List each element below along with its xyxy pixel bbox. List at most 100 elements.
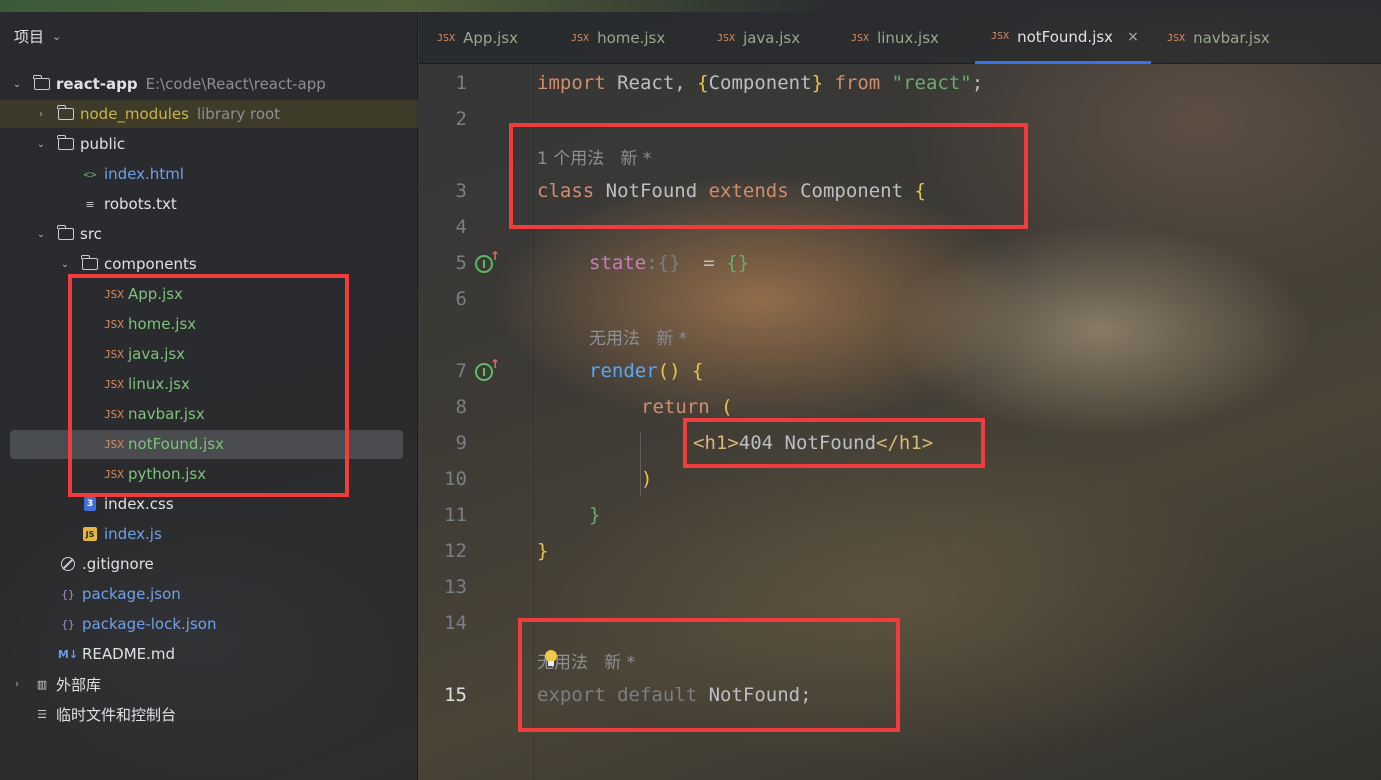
chevron-down-icon[interactable]: ⌄	[34, 139, 48, 150]
jsx-file-icon: JSX	[104, 287, 124, 301]
tree-item-label: package.json	[82, 585, 181, 603]
line-number: 1	[455, 72, 467, 94]
tree-item-label: public	[80, 135, 126, 153]
tree-item-label: notFound.jsx	[128, 435, 224, 453]
lightbulb-icon[interactable]	[544, 650, 558, 666]
tree-item-package-json[interactable]: {} package.json	[0, 580, 418, 608]
scratches-icon: ☰	[37, 707, 47, 721]
tree-item-node-modules[interactable]: › node_modules library root	[0, 100, 418, 128]
code-line-9: <h1>404 NotFound</h1>	[693, 432, 934, 454]
override-method-icon[interactable]: I	[475, 249, 500, 273]
html-file-icon: <>	[83, 167, 97, 181]
chevron-down-icon[interactable]: ⌄	[52, 30, 61, 43]
tree-item-public[interactable]: ⌄ public	[0, 130, 418, 158]
folder-icon	[56, 135, 76, 152]
tree-item-src[interactable]: ⌄ src	[0, 220, 418, 248]
tree-item-label: README.md	[82, 645, 176, 663]
gutter-separator	[533, 64, 534, 780]
tab-label: notFound.jsx	[1017, 27, 1114, 46]
jsx-file-icon: JSX	[104, 407, 124, 421]
tree-item-label: react-app	[56, 75, 138, 93]
tab-notfound-jsx[interactable]: JSX notFound.jsx ×	[975, 12, 1151, 64]
tree-item-label: home.jsx	[128, 315, 197, 333]
tab-label: home.jsx	[597, 29, 666, 47]
text-file-icon: ≡	[85, 197, 95, 211]
tab-label: linux.jsx	[877, 29, 939, 47]
jsx-file-icon: JSX	[104, 347, 124, 361]
jsx-file-icon: JSX	[104, 317, 124, 331]
project-panel-title: 项目	[14, 28, 45, 46]
tree-item-java-jsx[interactable]: JSX java.jsx	[0, 340, 418, 368]
jsx-file-icon: JSX	[1167, 32, 1186, 44]
jsx-file-icon: JSX	[851, 32, 870, 44]
tree-item-label: node_modules	[80, 105, 189, 123]
project-panel-header[interactable]: 项目 ⌄	[14, 26, 61, 47]
code-line-5: state:{} = {}	[589, 252, 750, 274]
line-number: 8	[455, 396, 467, 418]
tree-item-external-libraries[interactable]: › ▥ 外部库	[0, 670, 418, 698]
jsx-file-icon: JSX	[104, 437, 124, 451]
tab-label: App.jsx	[463, 29, 518, 47]
tree-item-label: index.css	[104, 495, 174, 513]
folder-icon	[32, 75, 52, 92]
tree-item-scratches[interactable]: ☰ 临时文件和控制台	[0, 700, 418, 728]
line-number-current: 15	[444, 684, 467, 706]
chevron-right-icon[interactable]: ›	[34, 109, 48, 120]
tree-item-label: linux.jsx	[128, 375, 190, 393]
tree-item-index-css[interactable]: 3 index.css	[0, 490, 418, 518]
tree-item-readme[interactable]: M↓ README.md	[0, 640, 418, 668]
tree-item-home-jsx[interactable]: JSX home.jsx	[0, 310, 418, 338]
line-number: 6	[455, 288, 467, 310]
tree-item-robots[interactable]: ≡ robots.txt	[0, 190, 418, 218]
tree-item-package-lock-json[interactable]: {} package-lock.json	[0, 610, 418, 638]
chevron-down-icon[interactable]: ⌄	[10, 79, 24, 90]
jsx-file-icon: JSX	[991, 31, 1010, 42]
chevron-right-icon[interactable]: ›	[10, 679, 24, 690]
tree-item-app-jsx[interactable]: JSX App.jsx	[0, 280, 418, 308]
code-line-12: }	[537, 540, 549, 562]
usage-hint[interactable]: 无用法 新 *	[589, 324, 687, 349]
code-line-1: import React, {Component} from "react";	[537, 72, 984, 94]
jsx-file-icon: JSX	[104, 377, 124, 391]
code-line-8: return (	[641, 396, 733, 418]
tab-navbar-jsx[interactable]: JSX navbar.jsx	[1167, 12, 1270, 64]
tab-app-jsx[interactable]: JSX App.jsx	[437, 12, 518, 64]
markdown-file-icon: M↓	[57, 647, 79, 661]
jsx-file-icon: JSX	[104, 467, 124, 481]
close-icon[interactable]: ×	[1127, 29, 1139, 45]
tab-home-jsx[interactable]: JSX home.jsx	[571, 12, 665, 64]
css-file-icon: 3	[80, 496, 100, 512]
tree-item-index-html[interactable]: <> index.html	[0, 160, 418, 188]
code-line-7: render() {	[589, 360, 704, 382]
line-number: 12	[444, 540, 467, 562]
tree-item-label: robots.txt	[104, 195, 177, 213]
chevron-down-icon[interactable]: ⌄	[58, 259, 72, 270]
tree-item-label: src	[80, 225, 102, 243]
tree-item-navbar-jsx[interactable]: JSX navbar.jsx	[0, 400, 418, 428]
tree-item-gitignore[interactable]: .gitignore	[0, 550, 418, 578]
usage-hint[interactable]: 1 个用法 新 *	[537, 144, 651, 169]
tree-item-root[interactable]: ⌄ react-app E:\code\React\react-app	[0, 70, 418, 98]
jsx-file-icon: JSX	[717, 32, 736, 44]
library-icon: ▥	[36, 677, 48, 691]
tree-item-linux-jsx[interactable]: JSX linux.jsx	[0, 370, 418, 398]
code-editor[interactable]: 1 2 3 4 5 6 7 8 9 10 11 12 13 14 15 I I …	[419, 64, 1381, 780]
jsx-file-icon: JSX	[437, 32, 456, 44]
tab-linux-jsx[interactable]: JSX linux.jsx	[851, 12, 939, 64]
tree-item-python-jsx[interactable]: JSX python.jsx	[0, 460, 418, 488]
tree-item-components[interactable]: ⌄ components	[0, 250, 418, 278]
tree-item-path: E:\code\React\react-app	[145, 75, 326, 93]
jsx-file-icon: JSX	[571, 32, 590, 44]
tree-item-index-js[interactable]: JS index.js	[0, 520, 418, 548]
tree-item-notfound-jsx[interactable]: JSX notFound.jsx	[0, 430, 418, 458]
override-method-icon[interactable]: I	[475, 357, 500, 381]
tree-item-label: index.js	[104, 525, 162, 543]
chevron-down-icon[interactable]: ⌄	[34, 229, 48, 240]
line-number: 3	[455, 180, 467, 202]
json-file-icon: {}	[61, 587, 75, 601]
tab-java-jsx[interactable]: JSX java.jsx	[717, 12, 800, 64]
tab-label: navbar.jsx	[1193, 29, 1270, 47]
tree-item-label: 临时文件和控制台	[56, 705, 177, 724]
tree-item-label: navbar.jsx	[128, 405, 205, 423]
tree-item-label: package-lock.json	[82, 615, 217, 633]
